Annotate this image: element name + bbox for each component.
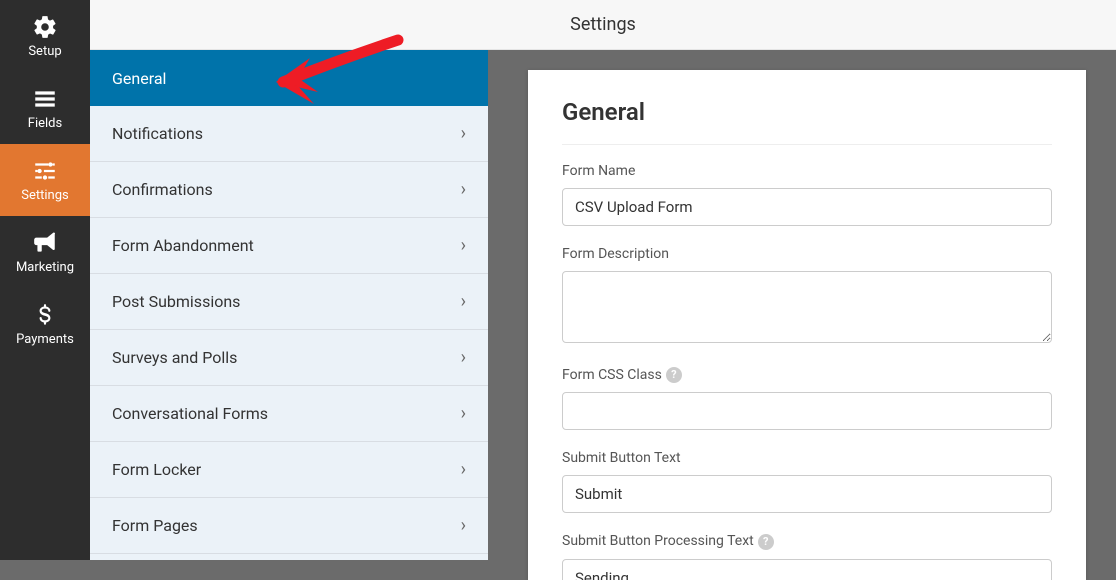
nav-settings[interactable]: Settings: [0, 144, 90, 216]
settings-item-label: General: [112, 69, 166, 88]
nav-label: Settings: [21, 188, 68, 203]
gear-icon: [32, 14, 58, 40]
chevron-right-icon: ›: [461, 403, 466, 424]
sliders-icon: [32, 158, 58, 184]
settings-item-label: Form Locker: [112, 460, 201, 479]
page-title: Settings: [570, 14, 636, 35]
bullhorn-icon: [32, 230, 58, 256]
chevron-right-icon: ›: [461, 235, 466, 256]
form-name-input[interactable]: [562, 188, 1052, 226]
chevron-right-icon: ›: [461, 515, 466, 536]
submit-button-text-input[interactable]: [562, 475, 1052, 513]
settings-item-form-abandonment[interactable]: Form Abandonment ›: [90, 218, 488, 274]
settings-item-form-pages[interactable]: Form Pages ›: [90, 498, 488, 554]
chevron-right-icon: ›: [461, 179, 466, 200]
form-name-label: Form Name: [562, 163, 1052, 179]
nav-setup[interactable]: Setup: [0, 0, 90, 72]
help-icon[interactable]: ?: [758, 534, 774, 550]
nav-payments[interactable]: Payments: [0, 288, 90, 360]
settings-item-confirmations[interactable]: Confirmations ›: [90, 162, 488, 218]
nav-marketing[interactable]: Marketing: [0, 216, 90, 288]
settings-item-post-submissions[interactable]: Post Submissions ›: [90, 274, 488, 330]
nav-label: Setup: [28, 44, 61, 59]
settings-item-notifications[interactable]: Notifications ›: [90, 106, 488, 162]
form-description-input[interactable]: [562, 271, 1052, 343]
chevron-right-icon: ›: [461, 347, 466, 368]
form-description-label: Form Description: [562, 246, 1052, 262]
content-card: General Form Name Form Description Form …: [528, 70, 1086, 580]
settings-item-label: Confirmations: [112, 180, 213, 199]
chevron-right-icon: ›: [461, 291, 466, 312]
settings-item-label: Post Submissions: [112, 292, 240, 311]
nav-label: Marketing: [16, 260, 74, 275]
settings-item-label: Form Pages: [112, 516, 198, 535]
help-icon[interactable]: ?: [666, 367, 682, 383]
chevron-right-icon: ›: [461, 123, 466, 144]
nav-label: Fields: [28, 116, 62, 131]
main-panel: General Form Name Form Description Form …: [488, 0, 1116, 560]
panel-heading: General: [562, 98, 1052, 145]
form-css-class-label: Form CSS Class?: [562, 367, 1052, 383]
submit-button-text-label: Submit Button Text: [562, 450, 1052, 466]
dollar-icon: [32, 302, 58, 328]
settings-item-form-locker[interactable]: Form Locker ›: [90, 442, 488, 498]
sidebar-nav: Setup Fields Settings Marketing Payments: [0, 0, 90, 560]
nav-fields[interactable]: Fields: [0, 72, 90, 144]
settings-item-conversational-forms[interactable]: Conversational Forms ›: [90, 386, 488, 442]
settings-item-label: Surveys and Polls: [112, 348, 237, 367]
settings-sidebar: General Notifications › Confirmations › …: [90, 0, 488, 560]
settings-item-general[interactable]: General: [90, 50, 488, 106]
nav-label: Payments: [16, 332, 74, 347]
submit-button-processing-label: Submit Button Processing Text?: [562, 533, 1052, 549]
settings-item-label: Notifications: [112, 124, 203, 143]
settings-item-surveys-polls[interactable]: Surveys and Polls ›: [90, 330, 488, 386]
list-icon: [32, 86, 58, 112]
settings-item-label: Form Abandonment: [112, 236, 254, 255]
chevron-right-icon: ›: [461, 459, 466, 480]
submit-button-processing-input[interactable]: [562, 559, 1052, 580]
form-css-class-input[interactable]: [562, 392, 1052, 430]
settings-item-label: Conversational Forms: [112, 404, 268, 423]
page-header: Settings: [90, 0, 1116, 50]
